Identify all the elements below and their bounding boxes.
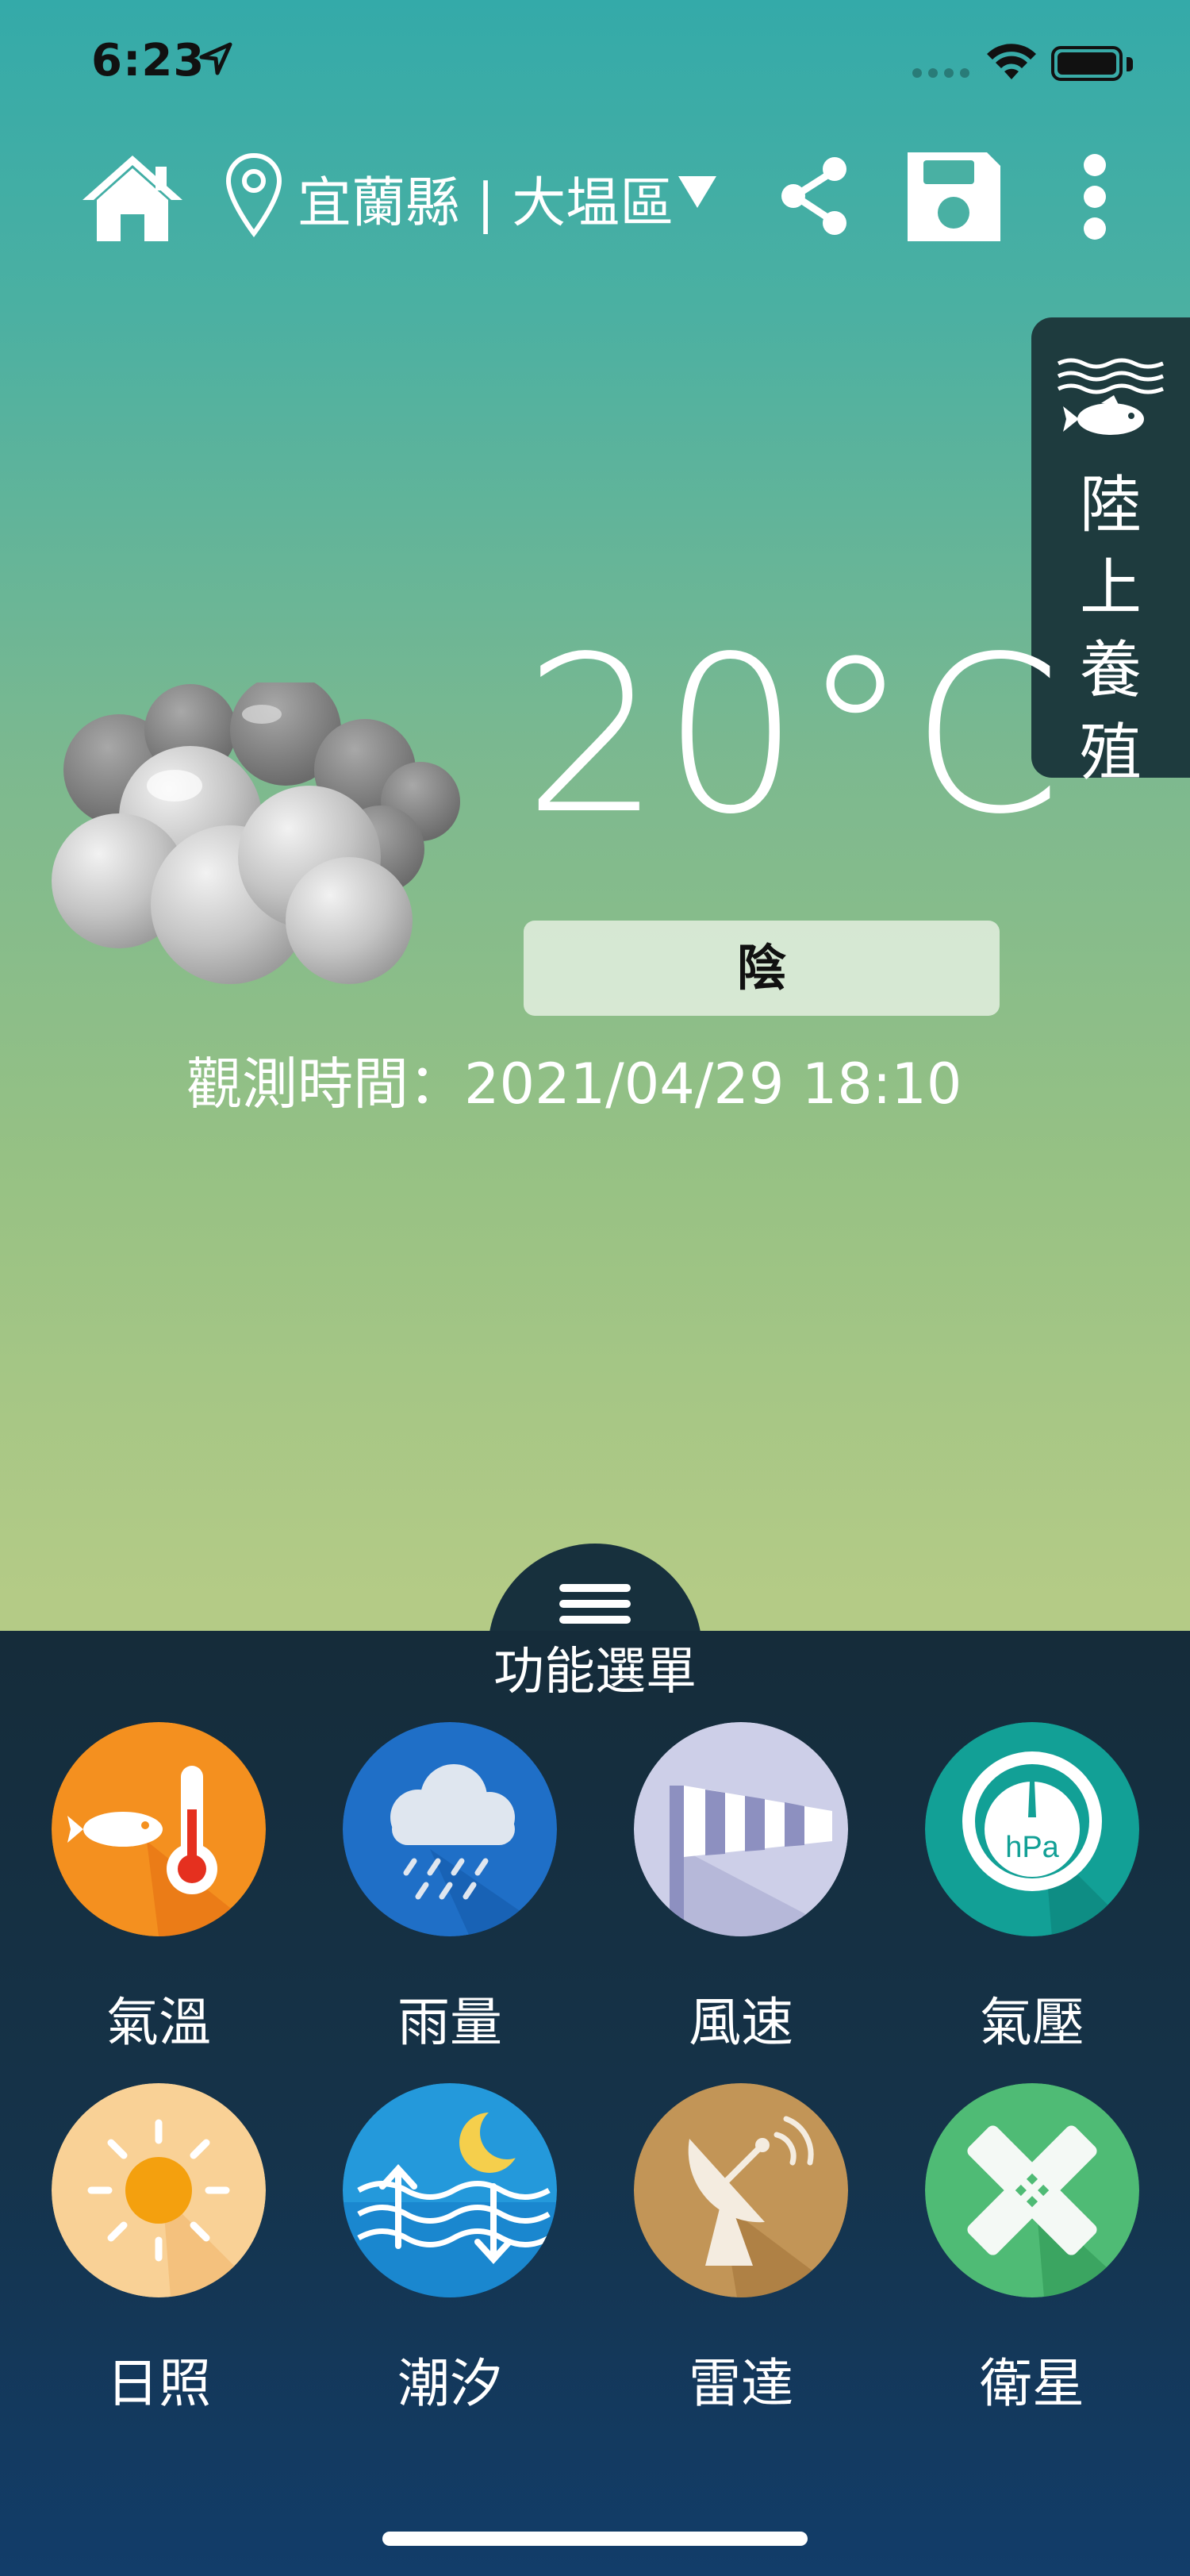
observation-datetime: 2021/04/29 18:10 [464,1052,962,1117]
location-selector[interactable]: 宜蘭縣 | 大塭區 [298,159,674,237]
menu-item-label: 雨量 [397,1992,502,2053]
satellite-icon [925,2083,1139,2297]
save-button[interactable] [904,149,1004,244]
windsock-icon [634,1722,848,1936]
menu-item-wind-speed[interactable]: 風速 [622,1722,860,2055]
sun-icon [52,2083,266,2297]
menu-item-radar[interactable]: 雷達 [622,2083,860,2416]
svg-text:hPa: hPa [1005,1831,1059,1864]
fish-thermometer-icon [52,1722,266,1936]
menu-item-label: 日照 [106,2353,211,2414]
menu-item-label: 風速 [689,1992,793,2053]
status-bar: 6:23 [0,0,1190,127]
weather-condition-badge: 陰 [524,921,1000,1016]
location-pin-icon [225,152,282,237]
cellular-signal-icon [912,68,969,78]
cloudy-weather-icon [52,682,460,984]
home-indicator[interactable] [382,2532,808,2546]
temperature-value: 20°C [524,611,1064,862]
menu-item-label: 潮汐 [397,2353,502,2414]
menu-item-label: 氣壓 [980,1992,1084,2053]
menu-item-label: 雷達 [689,2353,793,2414]
barometer-hpa-icon: hPa [925,1722,1139,1936]
hamburger-menu-icon[interactable] [559,1584,631,1624]
menu-item-rainfall[interactable]: 雨量 [331,1722,569,2055]
dropdown-caret-icon[interactable] [678,176,716,208]
radar-dish-icon [634,2083,848,2297]
share-button[interactable] [777,155,853,238]
menu-title: 功能選單 [493,1643,697,1701]
menu-item-satellite[interactable]: 衛星 [913,2083,1151,2416]
battery-icon [1051,46,1123,81]
observation-label: 觀測時間： [186,1052,464,1117]
location-arrow-icon [199,42,232,75]
more-options-button[interactable] [1079,149,1111,244]
menu-item-tide[interactable]: 潮汐 [331,2083,569,2416]
menu-item-pressure[interactable]: hPa 氣壓 [913,1722,1151,2055]
county-label: 宜蘭縣 [298,172,460,235]
status-time: 6:23 [91,35,205,87]
menu-item-label: 氣溫 [106,1992,211,2053]
home-button[interactable] [79,151,186,246]
tide-moon-icon [343,2083,557,2297]
fish-water-icon [1057,358,1164,435]
rain-cloud-icon [343,1722,557,1936]
location-separator: | [476,172,495,235]
district-label: 大塭區 [512,172,674,235]
wifi-icon [987,44,1036,79]
menu-item-label: 衛星 [980,2353,1084,2414]
menu-item-temperature[interactable]: 氣溫 [40,1722,278,2055]
observation-time: 觀測時間：2021/04/29 18:10 [186,1040,962,1120]
menu-item-sunshine[interactable]: 日照 [40,2083,278,2416]
